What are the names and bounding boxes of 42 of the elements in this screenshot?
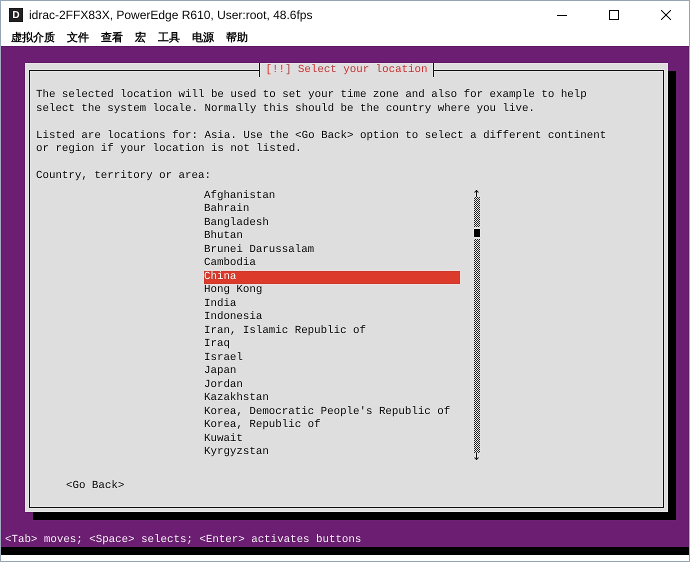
close-icon [661,10,671,20]
menu-item[interactable]: 查看 [101,30,123,45]
country-item[interactable]: Korea, Republic of [204,419,460,432]
country-item[interactable]: Brunei Darussalam [204,244,460,257]
country-item[interactable]: Iran, Islamic Republic of [204,324,460,338]
menu-item[interactable]: 帮助 [226,30,248,45]
country-item[interactable]: Bangladesh [204,216,460,230]
country-item[interactable]: Japan [204,365,460,378]
window-title: idrac-2FFX83X, PowerEdge R610, User:root, 48.6fps [29,8,314,22]
menu-item[interactable]: 宏 [135,30,146,45]
country-item[interactable]: Jordan [204,378,460,392]
scroll-up-icon[interactable] [474,190,479,196]
scrollbar-track[interactable] [474,196,480,452]
country-item[interactable]: Hong Kong [204,284,460,298]
app-icon: D [9,8,23,22]
country-item[interactable]: Indonesia [204,311,460,324]
country-item[interactable]: Korea, Democratic People's Republic of [204,406,460,419]
menu-item[interactable]: 文件 [67,30,89,45]
scrollbar-thumb[interactable] [474,226,480,238]
country-item[interactable]: Bhutan [204,230,460,244]
dialog-text: Listed are locations for: Asia. Use the <Go Back> option to select a different continent or region if your location is not listed. [36,130,608,156]
country-item[interactable]: Kuwait [204,432,460,446]
prompt-text: Country, territory or area: [36,170,212,184]
country-item[interactable]: Afghanistan [204,190,460,203]
country-item[interactable]: Kazakhstan [204,392,460,406]
country-item[interactable]: Bahrain [204,203,460,216]
country-item[interactable]: Cambodia [204,257,460,270]
status-text: <Tab> moves; <Space> selects; <Enter> activates buttons [5,534,362,546]
country-item[interactable]: Iraq [204,338,460,352]
go-back-button[interactable]: <Go Back> [66,480,124,492]
minimize-icon [557,14,567,16]
dialog-text: The selected location will be used to set your time zone and also for example to help select the system locale. Normally this should be the country where you live. [36,89,588,116]
menu-item[interactable]: 工具 [158,30,180,45]
country-item[interactable]: India [204,298,460,311]
menu-item[interactable]: 电源 [192,30,214,45]
scroll-down-icon[interactable] [474,452,479,460]
maximize-icon [609,10,619,20]
country-item[interactable]: China [204,270,460,284]
country-item[interactable]: Kyrgyzstan [204,446,460,460]
country-item[interactable]: Israel [204,352,460,365]
menu-item[interactable]: 虚拟介质 [11,30,55,45]
dialog-title: [!!] Select your location [258,63,434,77]
